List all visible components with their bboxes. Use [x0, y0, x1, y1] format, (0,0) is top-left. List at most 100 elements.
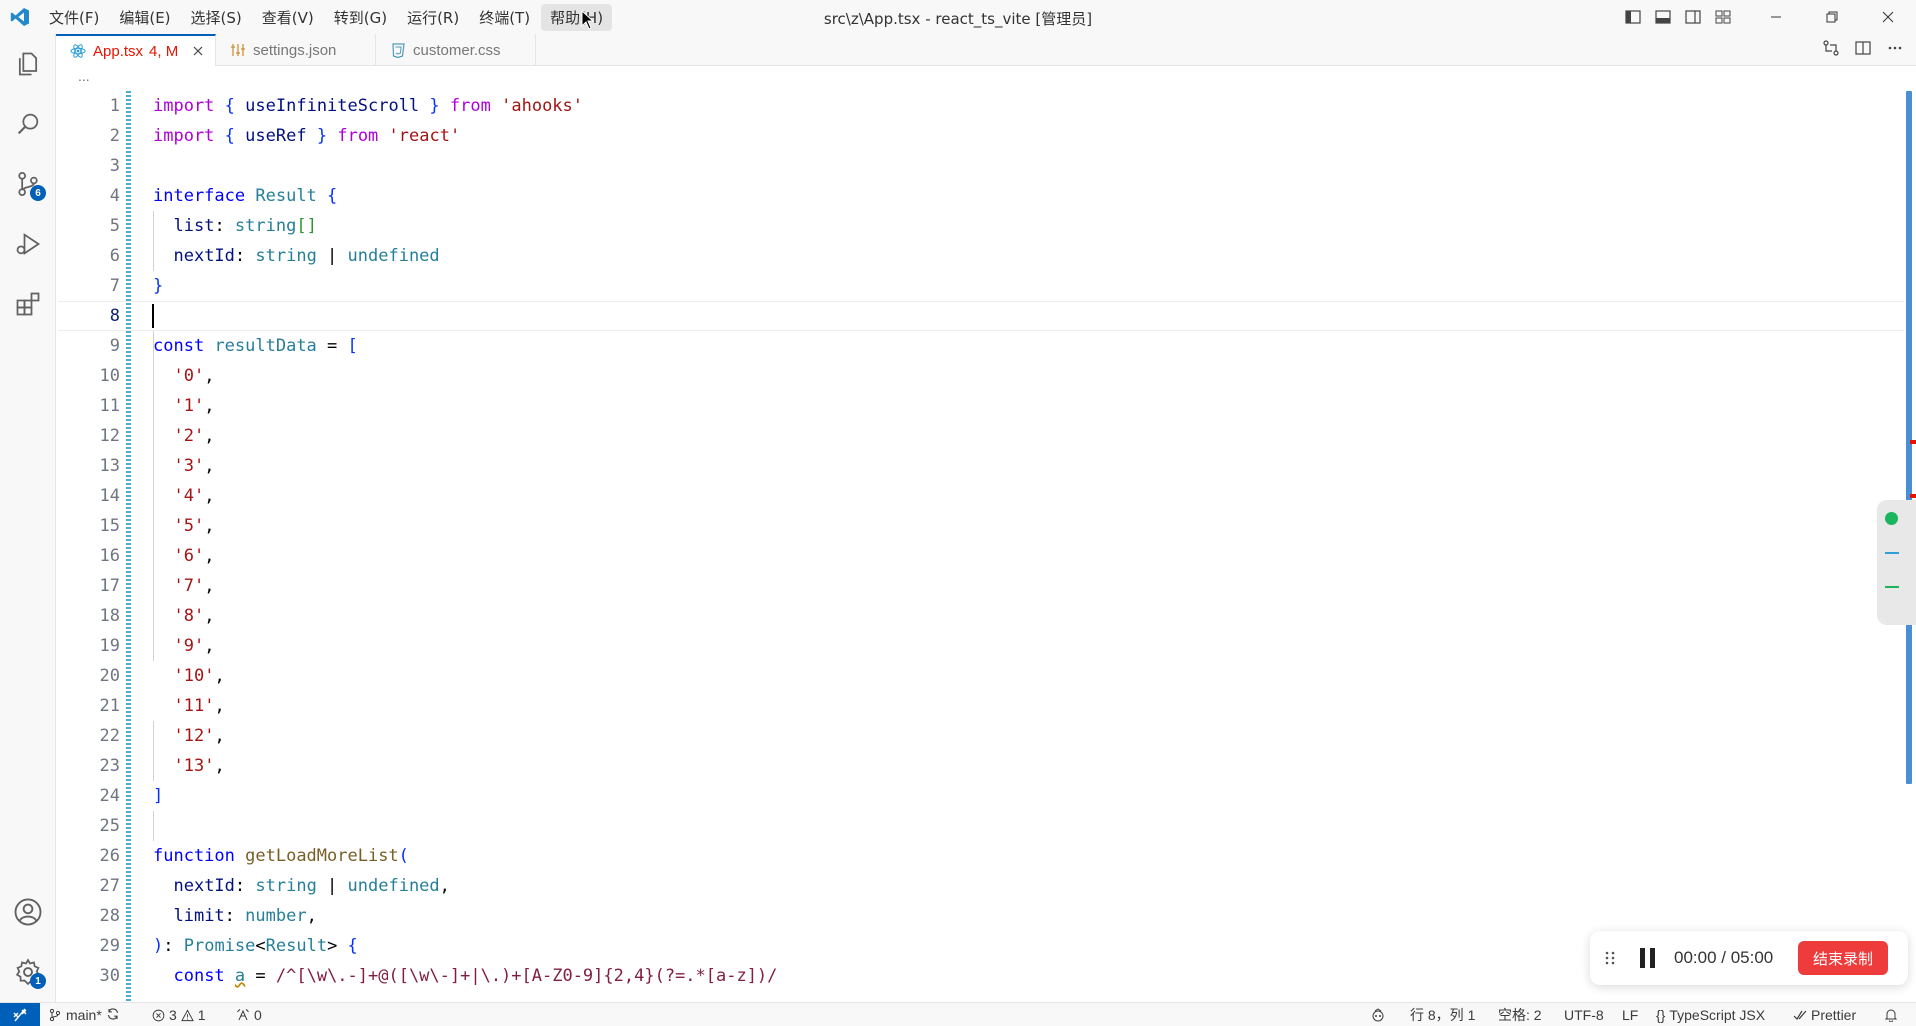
menu-bar: 文件(F) 编辑(E) 选择(S) 查看(V) 转到(G) 运行(R) 终端(T… [40, 0, 614, 34]
code-line: 24] [56, 781, 1906, 811]
css-file-icon [390, 42, 406, 58]
editor-scrollbar[interactable] [1906, 91, 1912, 784]
remote-indicator-icon[interactable] [0, 1003, 40, 1026]
menu-file[interactable]: 文件(F) [40, 4, 108, 31]
code-line: 5 list: string[] [56, 211, 1906, 241]
code-line: 27 nextId: string | undefined, [56, 871, 1906, 901]
menu-go[interactable]: 转到(G) [325, 4, 396, 31]
code-line: 8 [56, 301, 1906, 331]
code-line: 7} [56, 271, 1906, 301]
code-line: 3 [56, 151, 1906, 181]
line-number: 1 [109, 96, 120, 116]
line-number: 19 [99, 636, 120, 656]
formatter-label: Prettier [1811, 1007, 1857, 1023]
source-control-icon[interactable]: 6 [0, 160, 56, 208]
code-line: 19 '9', [56, 631, 1906, 661]
eol-status[interactable]: LF [1622, 1003, 1638, 1026]
menu-help[interactable]: 帮助(H) [541, 3, 613, 31]
indentation-status[interactable]: 空格: 2 [1498, 1003, 1542, 1026]
tab-settings-json[interactable]: settings.json [216, 34, 376, 66]
code-line: 25 [56, 811, 1906, 841]
settings-file-icon [230, 42, 246, 58]
line-number: 21 [99, 696, 120, 716]
warning-count: 1 [197, 1007, 206, 1023]
breadcrumb[interactable]: ... [78, 68, 90, 84]
line-number: 15 [99, 516, 120, 536]
code-line: 4 interface Result { [56, 181, 1906, 211]
prettier-status[interactable]: Prettier [1793, 1003, 1856, 1026]
problems-status[interactable]: 3 1 [152, 1003, 206, 1026]
code-line: 26 function getLoadMoreList( [56, 841, 1906, 871]
close-tab-icon[interactable] [190, 43, 206, 59]
tab-customer-css[interactable]: customer.css [376, 34, 536, 66]
minimize-icon[interactable] [1748, 0, 1804, 34]
line-number: 6 [109, 246, 120, 266]
line-number: 13 [99, 456, 120, 476]
more-actions-icon[interactable] [1886, 39, 1904, 62]
line-number: 3 [109, 156, 120, 176]
copilot-icon[interactable] [1370, 1003, 1386, 1026]
error-marker [1910, 440, 1916, 444]
explorer-icon[interactable] [0, 40, 56, 88]
line-number: 16 [99, 546, 120, 566]
code-line: 12 '2', [56, 421, 1906, 451]
menu-selection[interactable]: 选择(S) [182, 4, 251, 31]
toggle-primary-sidebar-icon[interactable] [1618, 0, 1648, 34]
encoding-status[interactable]: UTF-8 [1564, 1003, 1604, 1026]
settings-gear-icon[interactable]: 1 [0, 948, 56, 996]
mouse-cursor-icon [581, 9, 595, 35]
ports-count: 0 [254, 1007, 262, 1023]
run-debug-icon[interactable] [0, 220, 56, 268]
tab-app-tsx[interactable]: App.tsx 4, M [56, 34, 216, 66]
line-number: 14 [99, 486, 120, 506]
line-number: 2 [109, 126, 120, 146]
code-line: 6 nextId: string | undefined [56, 241, 1906, 271]
close-window-icon[interactable] [1860, 0, 1916, 34]
git-branch-status[interactable]: main* [48, 1003, 120, 1026]
code-line: 15 '5', [56, 511, 1906, 541]
ports-status[interactable]: 0 [236, 1003, 262, 1026]
code-line: 17 '7', [56, 571, 1906, 601]
code-editor[interactable]: 1 import { useInfiniteScroll } from 'ahoo… [56, 91, 1916, 1002]
line-number: 7 [109, 276, 120, 296]
line-number: 20 [99, 666, 120, 686]
search-icon[interactable] [0, 100, 56, 148]
code-line: 28 limit: number, [56, 901, 1906, 931]
title-bar: 文件(F) 编辑(E) 选择(S) 查看(V) 转到(G) 运行(R) 终端(T… [0, 0, 1916, 34]
menu-run[interactable]: 运行(R) [398, 4, 468, 31]
code-line: 20 '10', [56, 661, 1906, 691]
floating-monitor-widget[interactable] [1877, 500, 1916, 625]
line-number: 8 [109, 306, 120, 326]
customize-layout-icon[interactable] [1708, 0, 1738, 34]
activity-bar: 6 1 [0, 34, 56, 1002]
line-number: 9 [109, 336, 120, 356]
stop-recording-button[interactable]: 结束录制 [1798, 941, 1889, 975]
tab-label: customer.css [413, 41, 501, 59]
line-number: 24 [99, 786, 120, 806]
open-changes-icon[interactable] [1822, 39, 1840, 62]
pause-icon[interactable] [1630, 947, 1666, 969]
sync-icon[interactable] [106, 1007, 120, 1024]
drag-handle-icon[interactable] [1590, 950, 1630, 966]
tab-label: App.tsx [93, 42, 144, 60]
tab-problems-status: 4, M [149, 42, 179, 60]
notifications-bell-icon[interactable] [1884, 1003, 1898, 1026]
code-line: 2 import { useRef } from 'react' [56, 121, 1906, 151]
line-number: 27 [99, 876, 120, 896]
extensions-icon[interactable] [0, 280, 56, 328]
menu-edit[interactable]: 编辑(E) [110, 4, 179, 31]
react-file-icon [70, 43, 86, 59]
toggle-secondary-sidebar-icon[interactable] [1678, 0, 1708, 34]
source-control-badge: 6 [30, 185, 46, 201]
toggle-panel-icon[interactable] [1648, 0, 1678, 34]
code-line: 13 '3', [56, 451, 1906, 481]
restore-icon[interactable] [1804, 0, 1860, 34]
code-line: 16 '6', [56, 541, 1906, 571]
line-number: 5 [109, 216, 120, 236]
language-mode-status[interactable]: {} TypeScript JSX [1656, 1003, 1765, 1026]
split-editor-icon[interactable] [1854, 39, 1872, 62]
accounts-icon[interactable] [0, 888, 56, 936]
menu-view[interactable]: 查看(V) [253, 4, 323, 31]
cursor-position-status[interactable]: 行 8，列 1 [1410, 1003, 1475, 1026]
menu-terminal[interactable]: 终端(T) [470, 4, 539, 31]
